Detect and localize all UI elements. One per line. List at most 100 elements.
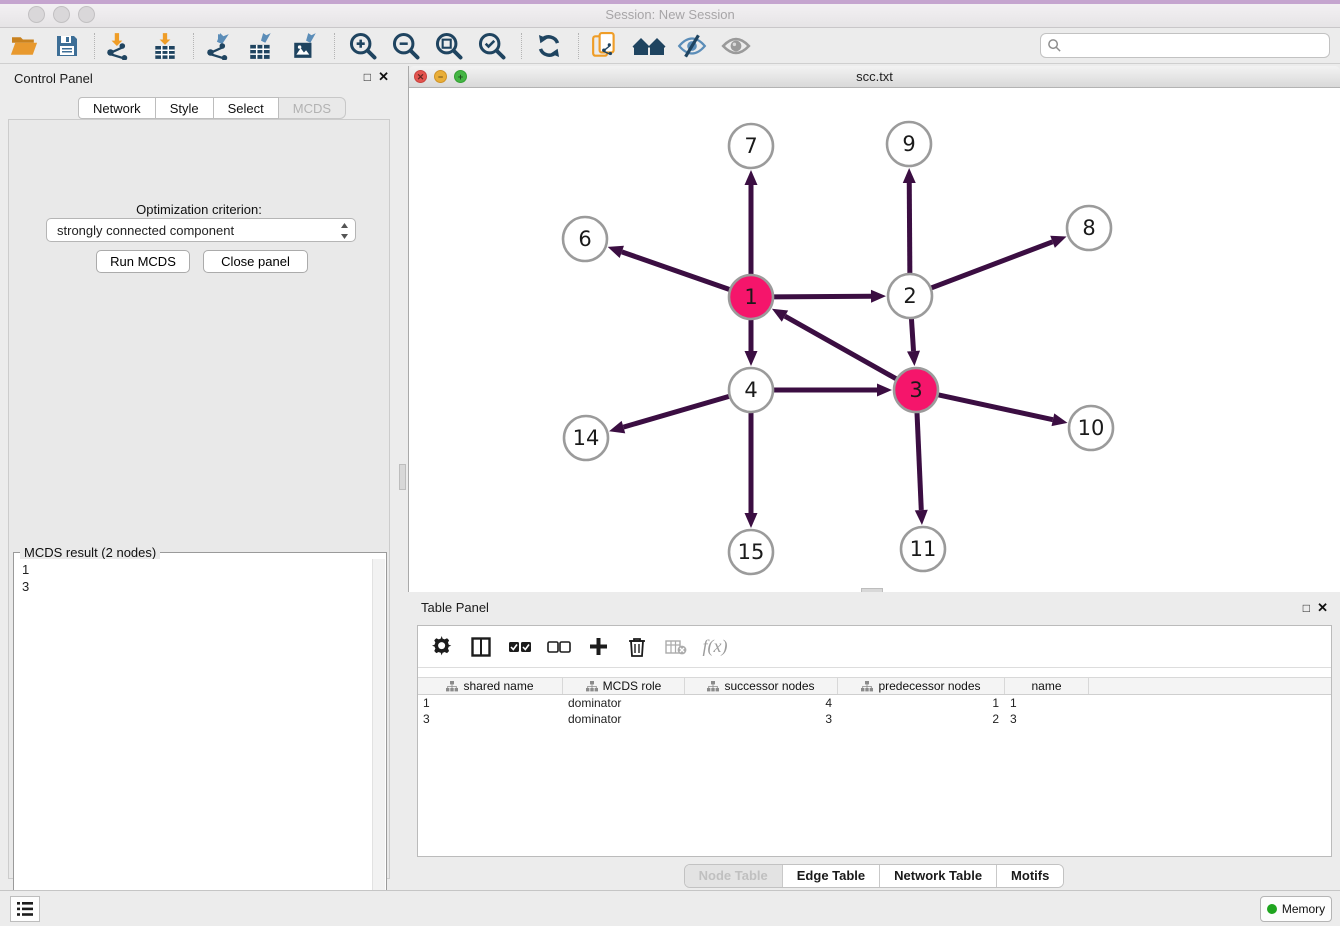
- splitter-handle[interactable]: [399, 464, 406, 490]
- column-header-name[interactable]: name: [1005, 678, 1089, 694]
- open-session-button[interactable]: [6, 30, 42, 62]
- cell-predecessor-nodes: 1: [838, 695, 1005, 711]
- save-session-button[interactable]: [49, 30, 85, 62]
- status-bar: Memory: [0, 890, 1340, 926]
- graph-edge-3-10[interactable]: [937, 395, 1052, 420]
- app-titlebar: Session: New Session: [0, 0, 1340, 28]
- tab-mcds[interactable]: MCDS: [279, 97, 346, 119]
- table-panel-title: Table Panel: [421, 600, 489, 615]
- result-scrollbar[interactable]: [372, 559, 385, 926]
- hide-panels-button[interactable]: [674, 30, 710, 62]
- tab-select[interactable]: Select: [214, 97, 279, 119]
- memory-button[interactable]: Memory: [1260, 896, 1332, 922]
- graph-edge-arrowhead: [609, 421, 625, 433]
- run-mcds-button[interactable]: Run MCDS: [96, 250, 190, 273]
- cell-shared-name: 1: [418, 695, 563, 711]
- tab-network[interactable]: Network: [78, 97, 156, 119]
- export-network-button[interactable]: [200, 30, 236, 62]
- column-header-mcds-role[interactable]: MCDS role: [563, 678, 685, 694]
- refresh-view-button[interactable]: [531, 30, 567, 62]
- graph-edge-1-6[interactable]: [622, 252, 730, 290]
- close-panel-button[interactable]: Close panel: [203, 250, 308, 273]
- zoom-selected-button[interactable]: [474, 30, 510, 62]
- control-panel-tabs: Network Style Select MCDS: [78, 97, 346, 119]
- cell-name: 1: [1005, 695, 1089, 711]
- column-header-predecessor-nodes[interactable]: predecessor nodes: [838, 678, 1005, 694]
- home-layout-button[interactable]: [631, 30, 667, 62]
- unselect-all-columns-button[interactable]: [545, 632, 573, 662]
- optimization-criterion-label: Optimization criterion:: [9, 202, 389, 217]
- export-table-button[interactable]: [243, 30, 279, 62]
- table-panel: Table Panel □ ✕: [408, 592, 1340, 890]
- cell-successor-nodes: 3: [685, 711, 838, 727]
- control-panel-title: Control Panel: [14, 71, 93, 86]
- criterion-dropdown[interactable]: strongly connected component: [46, 218, 356, 242]
- zoom-selected-icon: [477, 31, 507, 61]
- column-header-successor-nodes[interactable]: successor nodes: [685, 678, 838, 694]
- search-input[interactable]: [1066, 36, 1329, 56]
- float-panel-icon[interactable]: □: [364, 70, 371, 84]
- graph-node-label: 11: [910, 537, 937, 561]
- node-table-container: f(x) shared name MCDS role successor nod…: [417, 625, 1332, 857]
- close-panel-icon[interactable]: ✕: [378, 69, 389, 85]
- graph-edge-arrowhead: [1050, 236, 1066, 248]
- import-table-icon: [151, 32, 179, 60]
- float-table-panel-icon[interactable]: □: [1303, 601, 1310, 615]
- tab-network-table[interactable]: Network Table: [879, 865, 996, 887]
- create-column-button[interactable]: [584, 632, 612, 662]
- mcds-result-text[interactable]: 1 3: [15, 559, 372, 926]
- function-builder-button[interactable]: f(x): [701, 632, 729, 662]
- plus-icon: [589, 637, 608, 656]
- graph-edge-3-1[interactable]: [785, 316, 897, 379]
- tab-node-table[interactable]: Node Table: [685, 865, 782, 887]
- gear-icon: [432, 636, 453, 657]
- export-network-icon: [204, 32, 232, 60]
- table-row[interactable]: 1 dominator 4 1 1: [418, 695, 1331, 711]
- tab-edge-table[interactable]: Edge Table: [782, 865, 879, 887]
- delete-table-button[interactable]: [662, 632, 690, 662]
- import-network-button[interactable]: [100, 30, 136, 62]
- table-panel-tabs: Node Table Edge Table Network Table Moti…: [408, 864, 1340, 888]
- columns-icon: [471, 637, 491, 657]
- table-row[interactable]: 3 dominator 3 2 3: [418, 711, 1331, 727]
- import-table-button[interactable]: [147, 30, 183, 62]
- hierarchy-icon: [446, 681, 458, 692]
- search-field[interactable]: [1040, 33, 1330, 58]
- zoom-in-button[interactable]: [345, 30, 381, 62]
- control-panel: Control Panel □ ✕ Network Style Select M…: [0, 64, 397, 890]
- table-toolbar: f(x): [418, 626, 1331, 668]
- export-image-button[interactable]: [287, 30, 323, 62]
- graph-edge-arrowhead: [871, 290, 886, 303]
- graph-edge-1-2[interactable]: [773, 296, 871, 297]
- memory-label: Memory: [1282, 902, 1325, 916]
- select-all-columns-button[interactable]: [506, 632, 534, 662]
- zoom-out-icon: [391, 31, 421, 61]
- tab-motifs[interactable]: Motifs: [996, 865, 1063, 887]
- show-columns-button[interactable]: [467, 632, 495, 662]
- home-icon: [632, 34, 666, 58]
- graph-edge-4-14[interactable]: [623, 396, 729, 427]
- graph-edge-2-9[interactable]: [909, 183, 910, 274]
- delete-column-button[interactable]: [623, 632, 651, 662]
- panel-splitter[interactable]: [397, 64, 408, 890]
- toolbar-divider: [578, 33, 579, 59]
- graph-edge-arrowhead: [745, 513, 758, 528]
- task-history-button[interactable]: [10, 896, 40, 922]
- search-icon: [1047, 38, 1062, 53]
- toolbar-divider: [334, 33, 335, 59]
- graph-edge-2-8[interactable]: [931, 242, 1053, 288]
- close-table-panel-icon[interactable]: ✕: [1317, 600, 1328, 616]
- show-panels-button[interactable]: [718, 30, 754, 62]
- column-header-shared-name[interactable]: shared name: [418, 678, 563, 694]
- graph-node-label: 9: [902, 132, 915, 156]
- graph-edge-2-3[interactable]: [911, 318, 913, 351]
- network-canvas[interactable]: 7968124314101511: [409, 88, 1340, 592]
- table-settings-button[interactable]: [428, 632, 456, 662]
- clone-network-button[interactable]: [587, 30, 623, 62]
- zoom-fit-button[interactable]: [431, 30, 467, 62]
- tab-style[interactable]: Style: [156, 97, 214, 119]
- zoom-out-button[interactable]: [388, 30, 424, 62]
- dropdown-stepper-icon: [340, 222, 349, 240]
- network-graph[interactable]: 7968124314101511: [409, 88, 1340, 592]
- graph-edge-3-11[interactable]: [917, 412, 921, 510]
